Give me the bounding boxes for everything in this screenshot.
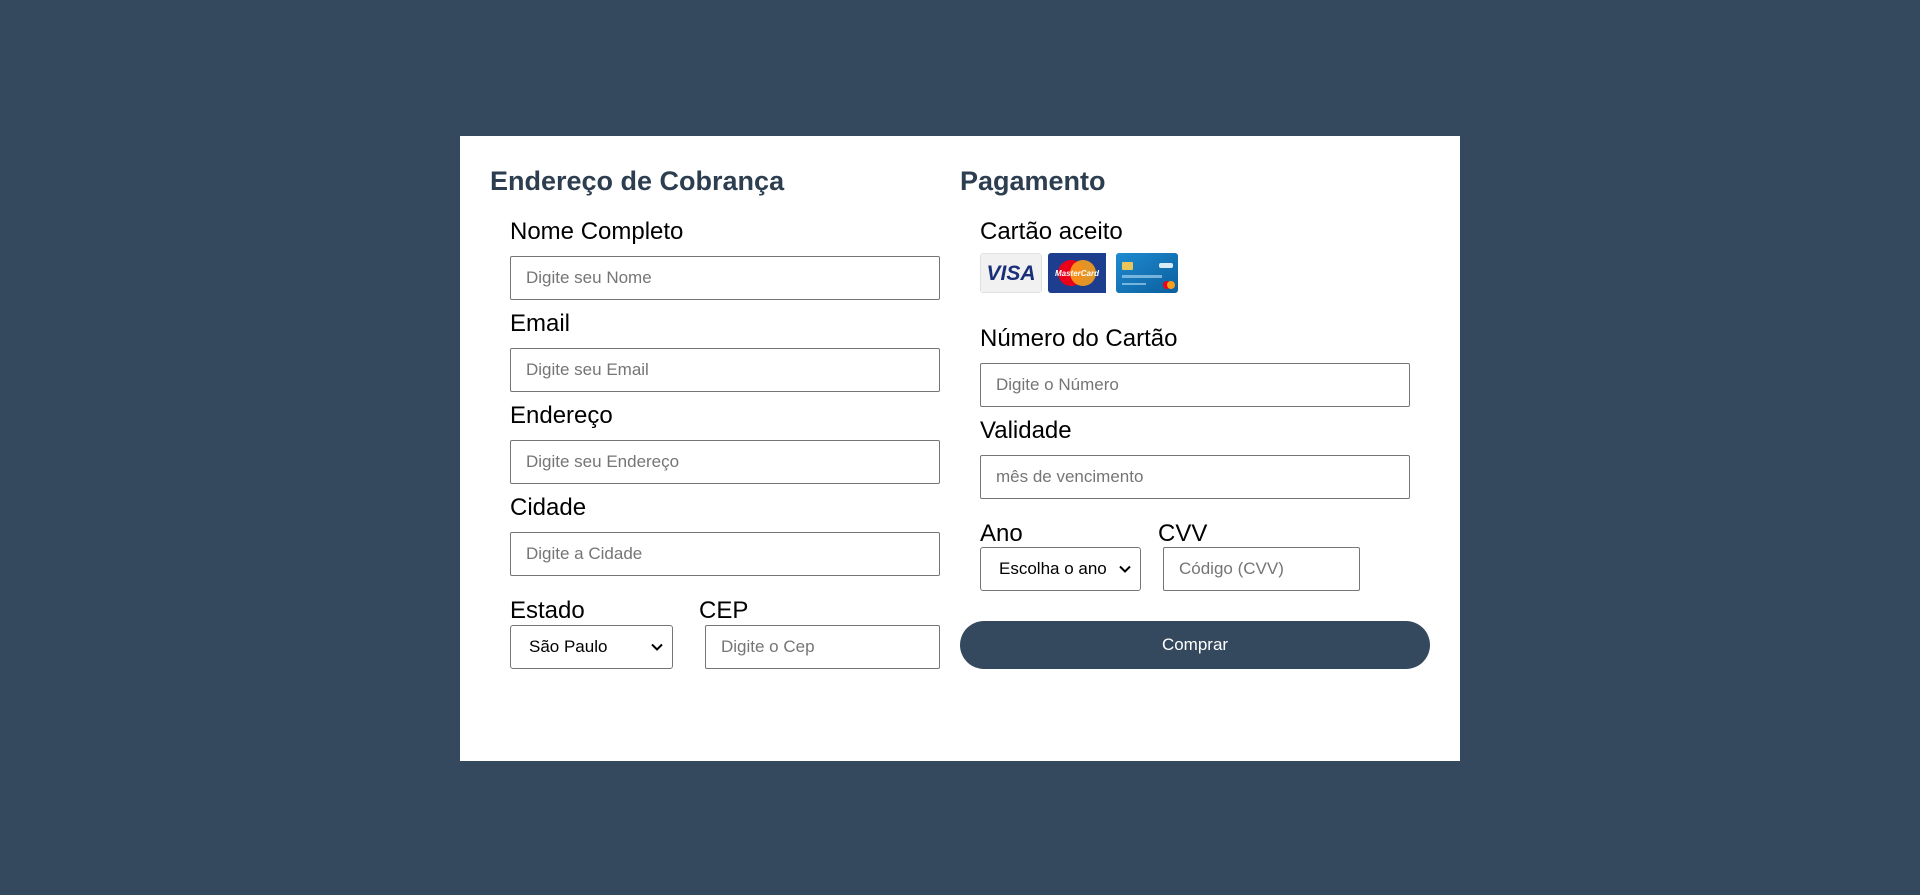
payment-title: Pagamento — [960, 166, 1106, 196]
checkout-card: Endereço de Cobrança Nome Completo Email… — [460, 136, 1460, 761]
chevron-down-icon — [651, 643, 663, 651]
name-input[interactable] — [510, 256, 940, 300]
year-label: Ano — [980, 520, 1023, 547]
accepted-cards-label: Cartão aceito — [980, 218, 1123, 245]
cvv-label: CVV — [1158, 520, 1208, 547]
state-select[interactable]: São Paulo — [510, 625, 673, 669]
year-select-value: Escolha o ano — [999, 559, 1107, 578]
city-input[interactable] — [510, 532, 940, 576]
address-label: Endereço — [510, 402, 613, 429]
email-input[interactable] — [510, 348, 940, 392]
expiry-input[interactable] — [980, 455, 1410, 499]
card-number-label: Número do Cartão — [980, 325, 1178, 352]
email-label: Email — [510, 310, 571, 337]
chevron-down-icon — [1119, 565, 1131, 573]
city-label: Cidade — [510, 494, 587, 521]
address-input[interactable] — [510, 440, 940, 484]
expiry-label: Validade — [980, 417, 1072, 444]
visa-text: VISA — [986, 262, 1035, 285]
cvv-input[interactable] — [1163, 547, 1360, 591]
visa-icon: VISA — [980, 253, 1042, 293]
billing-title: Endereço de Cobrança — [490, 166, 785, 196]
zip-label: CEP — [699, 597, 749, 624]
accepted-cards: VISA MasterCard — [980, 253, 1178, 293]
card-number-input[interactable] — [980, 363, 1410, 407]
credit-card-icon — [1116, 253, 1178, 293]
mastercard-text: MasterCard — [1055, 269, 1100, 278]
buy-button[interactable]: Comprar — [960, 621, 1430, 669]
state-select-value: São Paulo — [529, 637, 608, 656]
state-label: Estado — [510, 597, 585, 624]
zip-input[interactable] — [705, 625, 940, 669]
year-select[interactable]: Escolha o ano — [980, 547, 1141, 591]
mastercard-icon: MasterCard — [1048, 253, 1110, 293]
name-label: Nome Completo — [510, 218, 684, 245]
